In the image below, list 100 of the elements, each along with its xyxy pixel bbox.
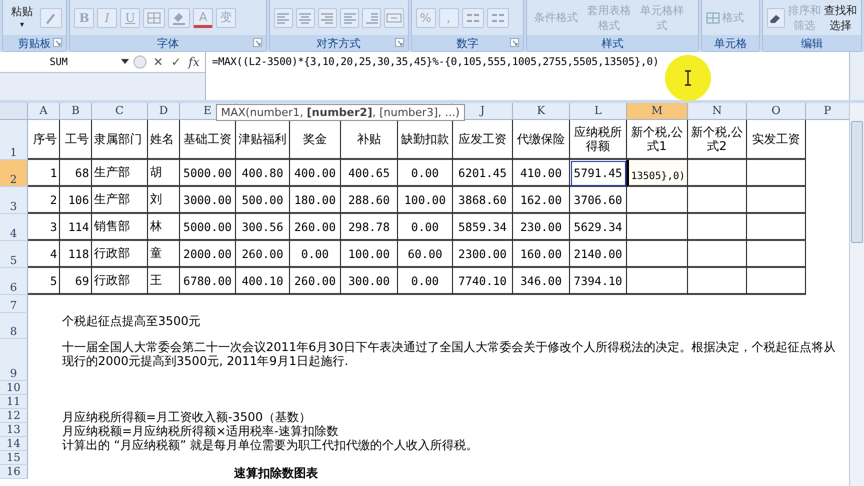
group-label: 样式: [601, 36, 624, 50]
row-header[interactable]: 7: [0, 295, 28, 313]
note-text: 个税起征点提高至3500元: [61, 313, 202, 330]
table-cell: 行政部: [92, 241, 148, 268]
note-text: 月应纳税所得额=月工资收入额-3500（基数）: [61, 409, 312, 423]
function-tooltip: MAX(number1, [number2], [number3], ...): [216, 104, 465, 121]
scrollbar[interactable]: [849, 103, 864, 486]
column-header[interactable]: N: [688, 103, 747, 120]
table-cell: 6780.00: [180, 268, 236, 295]
table-cell: 5629.34: [570, 214, 627, 241]
column-header[interactable]: A: [28, 103, 60, 120]
eraser-button[interactable]: [767, 8, 786, 28]
row-header[interactable]: 16: [0, 465, 28, 479]
group-label: 单元格: [714, 36, 747, 50]
column-header[interactable]: C: [92, 103, 148, 120]
column-header[interactable]: L: [570, 103, 627, 120]
table-cell: [688, 268, 747, 295]
row-header[interactable]: 11: [0, 395, 28, 409]
column-header[interactable]: M: [627, 103, 688, 120]
table-cell: [747, 214, 806, 241]
table-cell: 序号: [28, 120, 60, 160]
table-cell: 100.00: [341, 241, 398, 268]
dropdown-arrow-icon[interactable]: [121, 59, 130, 65]
table-cell: 400.65: [341, 160, 398, 187]
table-cell: 160.00: [513, 241, 570, 268]
table-cell: 346.00: [513, 268, 570, 295]
table-cell: [688, 214, 747, 241]
column-header[interactable]: O: [747, 103, 806, 120]
table-cell: 260.00: [290, 268, 341, 295]
column-header[interactable]: D: [148, 103, 180, 120]
group-label: 剪贴板: [18, 36, 52, 50]
note-text: 十一届全国人大常委会第二十一次会议2011年6月30日下午表决通过了全国人大常委会关于修改个人所得税法的决定。根据决定，个税起征点将从现行的2000元提高到3500元, 2011年9月1日起施行.: [61, 339, 836, 370]
column-header[interactable]: P: [806, 103, 850, 120]
bucket-icon: [171, 10, 188, 24]
table-cell: 162.00: [513, 187, 570, 214]
note-text: 月应纳税额=月应纳税所得额×适用税率-速算扣除数: [61, 423, 340, 437]
cancel-button[interactable]: ✕: [151, 55, 166, 69]
table-cell: 68: [60, 160, 92, 187]
name-box[interactable]: SUM: [0, 56, 118, 68]
formula-field[interactable]: =MAX((L2-3500)*{3,10,20,25,30,35,45}%-{0,105,555,1005,2755,5505,13505},0): [206, 52, 849, 100]
table-cell: 林: [148, 214, 180, 241]
column-header[interactable]: K: [513, 103, 570, 120]
table-cell: [747, 187, 806, 214]
launcher-icon[interactable]: [394, 38, 404, 47]
ribbon-button[interactable]: 查找和选择: [824, 2, 858, 32]
table-cell: [627, 187, 688, 214]
table-cell: 100.00: [398, 187, 453, 214]
lines-icon: [319, 10, 336, 24]
lines-icon: [297, 10, 314, 24]
table-cell: [747, 268, 806, 295]
cell-editor[interactable]: 13505},0): [627, 160, 688, 187]
table-cell: 298.78: [341, 214, 398, 241]
select-all-corner[interactable]: [0, 103, 28, 120]
table-cell: 7394.10: [570, 268, 627, 295]
table-cell: 0.00: [398, 160, 453, 187]
table-cell: [747, 241, 806, 268]
lines-icon: [342, 10, 358, 24]
lines-icon: [275, 10, 292, 24]
scrollbar[interactable]: [849, 52, 864, 100]
enter-button[interactable]: ✓: [169, 55, 184, 69]
table-cell: 2000.00: [180, 241, 236, 268]
table-cell: [747, 160, 806, 187]
row-header[interactable]: 10: [0, 381, 28, 395]
table-cell: [688, 187, 747, 214]
table-cell: 胡: [148, 160, 180, 187]
row-header[interactable]: 15: [0, 451, 28, 465]
circle-icon: [133, 55, 148, 69]
group-label: 对齐方式: [316, 36, 361, 50]
table-cell: 230.00: [513, 214, 570, 241]
paste-button[interactable]: 粘贴 ▾: [7, 4, 37, 30]
launcher-icon[interactable]: [53, 38, 62, 47]
table-cell: [627, 268, 688, 295]
row-header[interactable]: 8: [0, 313, 28, 339]
table-cell: 隶属部门: [92, 120, 148, 160]
row-header[interactable]: 4: [0, 214, 28, 241]
table-cell: 生产部: [92, 187, 148, 214]
table-cell: 300.56: [236, 214, 290, 241]
row-header[interactable]: 14: [0, 437, 28, 451]
launcher-icon[interactable]: [252, 38, 262, 47]
row-header[interactable]: 9: [0, 339, 28, 381]
table-cell: 1: [28, 160, 60, 187]
grid-icon: [706, 12, 720, 24]
row-header[interactable]: 3: [0, 187, 28, 214]
row-header[interactable]: 2: [0, 160, 28, 187]
insert-function-button[interactable]: fx: [187, 55, 201, 69]
table-cell: 销售部: [92, 214, 148, 241]
table-cell: 7740.10: [453, 268, 513, 295]
table-cell: 代缴保险: [513, 120, 570, 160]
table-cell: 2300.00: [453, 241, 513, 268]
row-header[interactable]: 1: [0, 120, 28, 160]
table-cell: 114: [60, 214, 92, 241]
column-header[interactable]: B: [60, 103, 92, 120]
row-header[interactable]: 12: [0, 409, 28, 423]
border-icon: [146, 10, 162, 24]
table-cell: 童: [148, 241, 180, 268]
row-header[interactable]: 13: [0, 423, 28, 437]
launcher-icon[interactable]: [510, 38, 520, 47]
row-header[interactable]: 5: [0, 241, 28, 268]
row-header[interactable]: 6: [0, 268, 28, 295]
table-cell: 3868.60: [453, 187, 513, 214]
